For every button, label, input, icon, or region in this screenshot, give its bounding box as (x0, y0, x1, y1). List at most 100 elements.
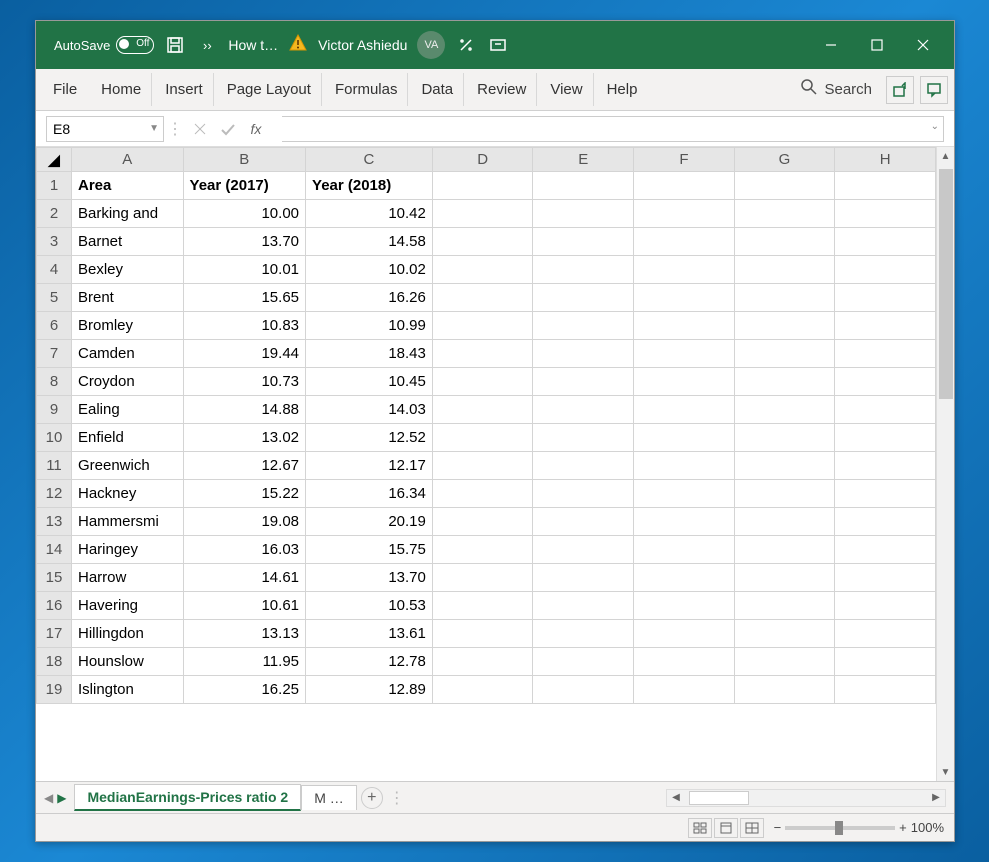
scroll-left-icon[interactable]: ◀ (667, 792, 685, 803)
cell[interactable]: 10.02 (306, 256, 433, 284)
ribbon-tab-data[interactable]: Data (410, 73, 464, 106)
cell[interactable] (634, 676, 735, 704)
cell[interactable]: 18.43 (306, 340, 433, 368)
cell[interactable] (533, 172, 634, 200)
row-header[interactable]: 8 (37, 368, 72, 396)
cell[interactable]: Area (71, 172, 183, 200)
cell[interactable] (734, 256, 835, 284)
cell[interactable] (634, 340, 735, 368)
cell[interactable]: 15.75 (306, 536, 433, 564)
cell[interactable] (734, 424, 835, 452)
cell[interactable] (533, 620, 634, 648)
cell[interactable] (533, 676, 634, 704)
cell[interactable] (634, 396, 735, 424)
user-avatar[interactable]: VA (417, 31, 445, 59)
cell[interactable] (432, 256, 533, 284)
col-header[interactable]: A (71, 148, 183, 172)
ribbon-tab-insert[interactable]: Insert (154, 73, 214, 106)
sheet-nav[interactable]: ◀ ▶ (36, 791, 74, 805)
cell[interactable] (634, 284, 735, 312)
ribbon-tab-formulas[interactable]: Formulas (324, 73, 409, 106)
cell[interactable] (835, 564, 936, 592)
sheet-next-icon[interactable]: ▶ (57, 791, 66, 805)
cell[interactable] (432, 284, 533, 312)
cell[interactable] (634, 480, 735, 508)
row-header[interactable]: 3 (37, 228, 72, 256)
scroll-thumb[interactable] (689, 791, 749, 805)
confirm-formula-button[interactable] (214, 116, 242, 142)
share-button[interactable] (886, 76, 914, 104)
col-header[interactable]: B (183, 148, 305, 172)
row-header[interactable]: 17 (37, 620, 72, 648)
cell[interactable] (734, 592, 835, 620)
cell[interactable] (533, 452, 634, 480)
cell[interactable] (734, 368, 835, 396)
cell[interactable] (835, 368, 936, 396)
cell[interactable]: Hammersmi (71, 508, 183, 536)
cell[interactable] (533, 424, 634, 452)
row-header[interactable]: 9 (37, 396, 72, 424)
row-header[interactable]: 14 (37, 536, 72, 564)
view-page-break-button[interactable] (740, 818, 764, 838)
cell[interactable] (734, 452, 835, 480)
ribbon-tab-help[interactable]: Help (596, 73, 649, 106)
zoom-in-button[interactable]: + (899, 820, 907, 835)
cell[interactable]: Bromley (71, 312, 183, 340)
cell[interactable] (835, 536, 936, 564)
cell[interactable] (634, 508, 735, 536)
cell[interactable] (835, 284, 936, 312)
cell[interactable]: 14.03 (306, 396, 433, 424)
cell[interactable]: 12.89 (306, 676, 433, 704)
cell[interactable]: 15.65 (183, 284, 305, 312)
sheet-prev-icon[interactable]: ◀ (44, 791, 53, 805)
cell[interactable] (533, 368, 634, 396)
cell[interactable] (533, 396, 634, 424)
cell[interactable]: 11.95 (183, 648, 305, 676)
cell[interactable]: Harrow (71, 564, 183, 592)
fx-button[interactable]: fx (242, 116, 270, 142)
cell[interactable] (734, 676, 835, 704)
cell[interactable] (533, 200, 634, 228)
cell[interactable] (734, 228, 835, 256)
row-header[interactable]: 1 (37, 172, 72, 200)
cell[interactable] (533, 592, 634, 620)
cell[interactable] (734, 200, 835, 228)
cell[interactable]: 13.70 (306, 564, 433, 592)
cell[interactable]: 13.02 (183, 424, 305, 452)
autosave-toggle[interactable]: AutoSave Off (54, 36, 154, 54)
row-header[interactable]: 12 (37, 480, 72, 508)
cell[interactable]: Hillingdon (71, 620, 183, 648)
cell[interactable] (533, 228, 634, 256)
cell[interactable]: 16.34 (306, 480, 433, 508)
cell[interactable] (835, 424, 936, 452)
row-header[interactable]: 11 (37, 452, 72, 480)
row-header[interactable]: 15 (37, 564, 72, 592)
view-normal-button[interactable] (688, 818, 712, 838)
cell[interactable] (634, 648, 735, 676)
ribbon-mode-icon[interactable] (487, 34, 509, 56)
cell[interactable] (533, 312, 634, 340)
cell[interactable] (432, 620, 533, 648)
cell[interactable]: Hounslow (71, 648, 183, 676)
cell[interactable]: 16.25 (183, 676, 305, 704)
cell[interactable]: 14.58 (306, 228, 433, 256)
cell[interactable]: 12.17 (306, 452, 433, 480)
toggle-switch[interactable]: Off (116, 36, 154, 54)
cell[interactable] (835, 452, 936, 480)
zoom-out-button[interactable]: − (774, 820, 782, 835)
minimize-button[interactable] (808, 25, 854, 65)
horizontal-scrollbar[interactable]: ◀ ▶ (666, 789, 946, 807)
cell[interactable]: Bexley (71, 256, 183, 284)
cell[interactable] (835, 200, 936, 228)
cell[interactable] (835, 228, 936, 256)
cell[interactable] (734, 480, 835, 508)
cell[interactable] (432, 592, 533, 620)
cell[interactable]: 12.52 (306, 424, 433, 452)
cell[interactable]: 16.03 (183, 536, 305, 564)
scroll-thumb[interactable] (939, 169, 953, 399)
col-header[interactable]: E (533, 148, 634, 172)
cell[interactable] (432, 200, 533, 228)
cell[interactable]: 10.83 (183, 312, 305, 340)
row-header[interactable]: 16 (37, 592, 72, 620)
cell[interactable]: 12.67 (183, 452, 305, 480)
